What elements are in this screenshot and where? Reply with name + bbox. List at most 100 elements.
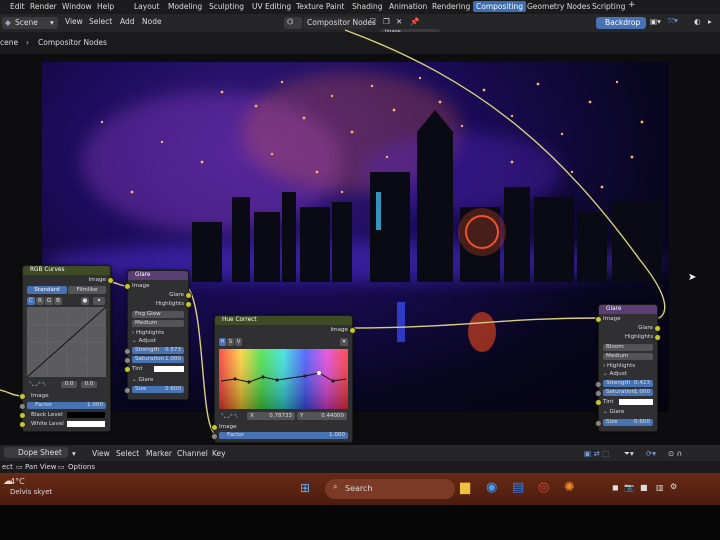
edge-icon[interactable]: ◉ xyxy=(486,480,497,495)
tab-standard[interactable]: Standard xyxy=(27,286,67,294)
quality-dropdown[interactable]: Medium xyxy=(132,320,184,327)
input-socket[interactable] xyxy=(595,381,602,388)
adjust-panel[interactable]: ⌄ Adjust xyxy=(132,337,184,345)
channel-h-button[interactable]: H xyxy=(219,338,226,346)
input-image-label: Image xyxy=(132,283,150,289)
input-socket[interactable] xyxy=(124,348,131,355)
channel-r-button[interactable]: R xyxy=(36,297,44,305)
adjust-panel[interactable]: ⌄ Adjust xyxy=(603,370,653,378)
input-socket[interactable] xyxy=(19,421,26,428)
node-glare-left[interactable]: Glare Image Glare Highlights Fog Glow Me… xyxy=(124,270,192,400)
strength-field[interactable]: Strength 0.423 xyxy=(603,380,653,387)
input-socket[interactable] xyxy=(595,390,602,397)
input-socket[interactable] xyxy=(124,366,131,373)
search-icon: ⌕ xyxy=(333,482,338,491)
channel-b-button[interactable]: B xyxy=(54,297,62,305)
strength-field[interactable]: Strength 0.573 xyxy=(132,347,184,354)
quality-dropdown[interactable]: Medium xyxy=(603,353,653,360)
camera-icon[interactable]: ◼ xyxy=(612,483,619,492)
glare-panel[interactable]: ⌄ Glare xyxy=(603,408,653,416)
dope-select-menu[interactable]: Select xyxy=(116,449,139,458)
saturation-field[interactable]: Saturation 1.000 xyxy=(603,389,653,396)
mouse-cursor-icon: ➤ xyxy=(688,272,697,283)
highlights-panel[interactable]: › Highlights xyxy=(132,329,184,337)
dope-view-menu[interactable]: View xyxy=(92,449,110,458)
y-value-field[interactable]: Y 0.44000 xyxy=(297,412,347,420)
weather-description[interactable]: Delvis skyet xyxy=(10,488,52,496)
proportional-icon[interactable]: ⊙ ∩ xyxy=(668,449,682,458)
input-socket[interactable] xyxy=(19,412,26,419)
taskbar-search-box[interactable]: ⌕ Search xyxy=(325,479,455,499)
channel-s-button[interactable]: S xyxy=(227,338,234,346)
curve-tools-icon[interactable]: ⤡ ⤢ ⤣ xyxy=(29,381,46,389)
snap-icon[interactable]: ⟳▾ xyxy=(646,449,656,458)
glare-type-dropdown[interactable]: Bloom xyxy=(603,344,653,351)
output-socket[interactable] xyxy=(654,334,661,341)
input-socket[interactable] xyxy=(19,393,26,400)
node-rgb-curves[interactable]: RGB Curves Image Standard Filmlike C R G… xyxy=(19,265,114,432)
file-explorer-icon[interactable]: ▆ xyxy=(460,480,470,495)
curve-value-b[interactable]: 0.0 xyxy=(81,381,97,388)
dope-channel-menu[interactable]: Channel xyxy=(177,449,208,458)
app-tray-icon[interactable]: ▥ xyxy=(656,483,664,492)
output-socket[interactable] xyxy=(107,277,114,284)
chevron-down-icon[interactable]: ▾ xyxy=(340,338,348,346)
highlights-panel[interactable]: › Highlights xyxy=(603,362,653,370)
white-level-swatch[interactable] xyxy=(67,421,105,427)
input-socket[interactable] xyxy=(124,387,131,394)
output-socket[interactable] xyxy=(654,325,661,332)
gear-icon[interactable]: ⚙ xyxy=(670,482,677,491)
blender-icon[interactable]: ✺ xyxy=(564,480,575,495)
dope-key-menu[interactable]: Key xyxy=(212,449,226,458)
hue-curve-graph[interactable] xyxy=(219,349,348,409)
zoom-icon[interactable]: ● xyxy=(81,297,89,305)
channel-v-button[interactable]: V xyxy=(235,338,242,346)
node-title[interactable]: Glare xyxy=(128,271,188,280)
node-title[interactable]: Hue Correct xyxy=(215,316,352,325)
size-field[interactable]: Size 0.600 xyxy=(132,386,184,393)
input-socket[interactable] xyxy=(595,316,602,323)
tab-filmlike[interactable]: Filmlike xyxy=(68,286,106,294)
windows-start-icon[interactable]: ⊞ xyxy=(300,481,310,495)
output-socket[interactable] xyxy=(349,327,356,334)
dopesheet-mode-selector[interactable]: Dope Sheet xyxy=(4,447,68,458)
factor-field[interactable]: Factor 1.000 xyxy=(27,402,106,409)
screenshot-icon[interactable]: 📷 xyxy=(624,483,634,492)
x-value-field[interactable]: X 0.78733 xyxy=(247,412,295,420)
glare-panel[interactable]: ⌄ Glare xyxy=(132,376,184,384)
factor-field[interactable]: Factor 1.000 xyxy=(219,432,348,439)
output-socket[interactable] xyxy=(185,292,192,299)
input-socket[interactable] xyxy=(211,433,218,440)
filter-icon[interactable]: ▣ ⇄ ⬚ xyxy=(584,449,609,458)
black-level-swatch[interactable] xyxy=(67,412,105,418)
glare-type-dropdown[interactable]: Fog Glow xyxy=(132,311,184,318)
tint-swatch[interactable] xyxy=(619,399,653,405)
input-socket[interactable] xyxy=(595,420,602,427)
node-title[interactable]: Glare xyxy=(599,305,657,314)
channel-g-button[interactable]: G xyxy=(45,297,53,305)
input-socket[interactable] xyxy=(595,399,602,406)
saturation-field[interactable]: Saturation 1.000 xyxy=(132,356,184,363)
chevron-down-icon[interactable]: ▾ xyxy=(72,449,76,458)
input-socket[interactable] xyxy=(19,403,26,410)
dope-marker-menu[interactable]: Marker xyxy=(146,449,172,458)
output-socket[interactable] xyxy=(185,301,192,308)
node-glare-right[interactable]: Glare Image Glare Highlights Bloom Mediu… xyxy=(595,304,661,432)
input-socket[interactable] xyxy=(124,357,131,364)
chrome-icon[interactable]: ◎ xyxy=(538,480,549,495)
input-socket[interactable] xyxy=(211,424,218,431)
weather-temperature[interactable]: 4°C xyxy=(10,477,25,486)
app-icon[interactable]: ▤ xyxy=(512,480,524,495)
channel-c-button[interactable]: C xyxy=(27,297,35,305)
node-title[interactable]: RGB Curves xyxy=(23,266,110,275)
curve-tools-icon[interactable]: ⤡ ⤢ ⤣ xyxy=(221,413,238,421)
chevron-down-icon[interactable]: ▾ xyxy=(93,297,105,305)
size-field[interactable]: Size 0.600 xyxy=(603,419,653,426)
curve-graph[interactable] xyxy=(27,307,106,377)
node-hue-correct[interactable]: Hue Correct Image H S V ▾ ⤡ ⤢ ⤣ X 0.7873… xyxy=(211,315,356,443)
funnel-icon[interactable]: ⏷▾ xyxy=(624,449,634,459)
record-icon[interactable]: ■ xyxy=(640,483,648,492)
tint-swatch[interactable] xyxy=(154,366,184,372)
curve-value-a[interactable]: 0.0 xyxy=(61,381,77,388)
input-socket[interactable] xyxy=(124,283,131,290)
